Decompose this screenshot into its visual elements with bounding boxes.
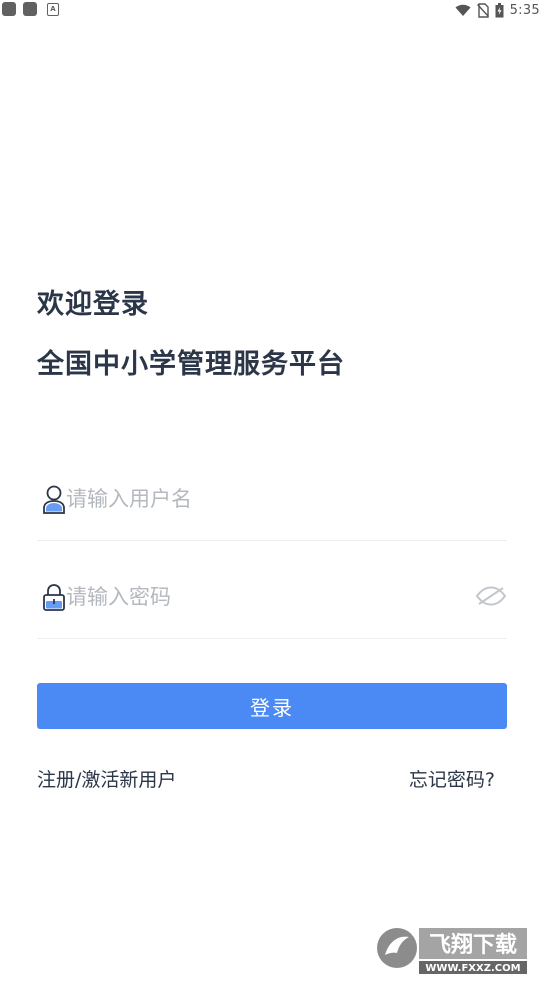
notification-square-icon — [23, 2, 37, 16]
password-input[interactable] — [66, 578, 466, 616]
watermark-url: WWW.FXXZ.COM — [425, 963, 520, 974]
status-bar: A 5:35 — [0, 0, 540, 20]
a-badge-icon: A — [47, 3, 59, 16]
user-icon — [43, 485, 65, 514]
status-bar-right: 5:35 — [455, 0, 540, 20]
login-button[interactable]: 登录 — [37, 683, 507, 729]
username-input[interactable] — [66, 480, 466, 518]
status-time: 5:35 — [509, 2, 540, 18]
platform-title: 全国中小学管理服务平台 — [37, 349, 345, 380]
watermark-brand: 飞翔下载 — [429, 932, 517, 958]
welcome-title: 欢迎登录 — [37, 289, 149, 320]
battery-icon — [495, 2, 504, 17]
password-field-row — [37, 578, 507, 639]
watermark-logo: 飞翔下载 WWW.FXXZ.COM — [377, 928, 527, 974]
lock-icon — [43, 584, 65, 611]
notification-square-icon — [2, 2, 16, 16]
forgot-password-link[interactable]: 忘记密码? — [409, 765, 495, 792]
eye-hidden-icon[interactable] — [475, 582, 507, 610]
no-sim-icon — [476, 2, 489, 18]
register-link[interactable]: 注册/激活新用户 — [37, 765, 176, 792]
username-field-row — [37, 480, 507, 541]
wifi-icon — [455, 4, 471, 16]
